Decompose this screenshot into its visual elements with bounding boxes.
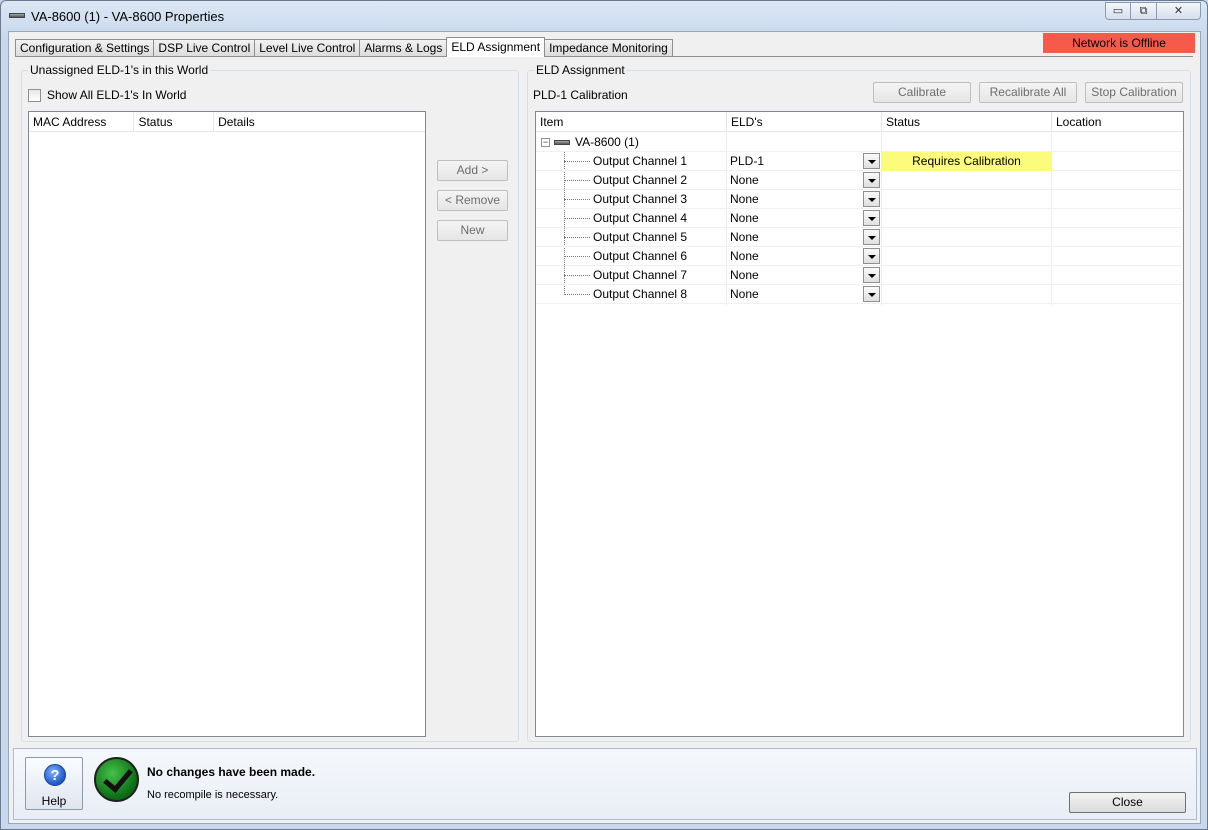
tree-branch [564, 294, 590, 295]
table-row[interactable]: Output Channel 2 None [536, 171, 1182, 190]
eld-dropdown-arrow-icon[interactable] [863, 153, 880, 169]
collapse-icon[interactable]: − [541, 138, 550, 147]
tab-level-live-control[interactable]: Level Live Control [254, 39, 361, 56]
eld-dropdown-arrow-icon[interactable] [863, 248, 880, 264]
unassigned-list-header: MAC Address Status Details [29, 112, 425, 132]
table-row[interactable]: Output Channel 6 None [536, 247, 1182, 266]
output-channel-label: Output Channel 8 [593, 287, 688, 301]
close-button[interactable]: Close [1069, 792, 1186, 813]
output-channel-label: Output Channel 2 [593, 173, 688, 187]
stop-calibration-button[interactable]: Stop Calibration [1085, 82, 1183, 103]
eld-value[interactable]: None [730, 247, 759, 266]
eld-assignment-group: ELD Assignment PLD-1 Calibration Calibra… [527, 63, 1191, 742]
properties-window: VA-8600 (1) - VA-8600 Properties ▭ ⧉ ✕ C… [0, 0, 1208, 830]
minimize-button[interactable]: ▭ [1105, 2, 1131, 20]
output-channel-label: Output Channel 3 [593, 192, 688, 206]
show-all-checkbox-row[interactable]: Show All ELD-1's In World [28, 88, 186, 102]
eld-dropdown-arrow-icon[interactable] [863, 210, 880, 226]
column-item[interactable]: Item [536, 112, 727, 131]
eld-value[interactable]: None [730, 228, 759, 247]
eld-assignment-group-label: ELD Assignment [534, 63, 627, 77]
eld-dropdown-arrow-icon[interactable] [863, 172, 880, 188]
eld-dropdown-arrow-icon[interactable] [863, 229, 880, 245]
tree-branch [564, 237, 590, 238]
show-all-checkbox[interactable] [28, 88, 41, 102]
column-status[interactable]: Status [882, 112, 1052, 131]
eld-tree-header: Item ELD's Status Location [536, 112, 1183, 132]
tree-branch [564, 275, 590, 276]
show-all-label: Show All ELD-1's In World [47, 88, 187, 102]
tree-branch [564, 161, 590, 162]
device-icon [554, 140, 570, 145]
tab-strip: Configuration & Settings DSP Live Contro… [15, 37, 673, 57]
recalibrate-all-button[interactable]: Recalibrate All [979, 82, 1077, 103]
table-row[interactable]: Output Channel 4 None [536, 209, 1182, 228]
window-controls: ▭ ⧉ ✕ [1105, 2, 1201, 20]
unassigned-list[interactable]: MAC Address Status Details [28, 111, 426, 737]
eld-value[interactable]: PLD-1 [730, 152, 764, 171]
tab-alarms-logs[interactable]: Alarms & Logs [359, 39, 448, 56]
status-message-subtitle: No recompile is necessary. [147, 789, 279, 801]
tab-dsp-live-control[interactable]: DSP Live Control [153, 39, 256, 56]
tree-root-row[interactable]: − VA-8600 (1) [536, 133, 1182, 152]
restore-button[interactable]: ⧉ [1131, 2, 1157, 20]
tree-branch [564, 199, 590, 200]
add-button[interactable]: Add > [437, 160, 508, 181]
tree-branch [564, 218, 590, 219]
eld-value[interactable]: None [730, 209, 759, 228]
checkmark-icon [94, 757, 139, 802]
column-status[interactable]: Status [134, 112, 215, 131]
status-message-title: No changes have been made. [147, 765, 316, 779]
tree-branch [564, 256, 590, 257]
table-row[interactable]: Output Channel 1 PLD-1 Requires Calibrat… [536, 152, 1182, 171]
table-row[interactable]: Output Channel 8 None [536, 285, 1182, 304]
new-button[interactable]: New [437, 220, 508, 241]
unassigned-group-label: Unassigned ELD-1's in this World [28, 63, 211, 77]
tree-body: − VA-8600 (1) Output Channel 1 PLD-1 Req… [536, 133, 1183, 305]
tree-root-label: VA-8600 (1) [575, 135, 639, 149]
window-title: VA-8600 (1) - VA-8600 Properties [31, 9, 225, 24]
close-window-button[interactable]: ✕ [1157, 2, 1201, 20]
eld-value[interactable]: None [730, 190, 759, 209]
calibrate-button[interactable]: Calibrate [873, 82, 971, 103]
output-channel-label: Output Channel 4 [593, 211, 688, 225]
column-mac-address[interactable]: MAC Address [29, 112, 135, 131]
eld-dropdown-arrow-icon[interactable] [863, 191, 880, 207]
calibration-subtitle: PLD-1 Calibration [533, 88, 628, 102]
client-area: Configuration & Settings DSP Live Contro… [8, 31, 1201, 824]
network-status-badge: Network is Offline [1043, 33, 1195, 53]
column-details[interactable]: Details [214, 112, 425, 131]
title-bar[interactable]: VA-8600 (1) - VA-8600 Properties ▭ ⧉ ✕ [1, 1, 1207, 31]
output-channel-label: Output Channel 7 [593, 268, 688, 282]
eld-value[interactable]: None [730, 285, 759, 304]
table-row[interactable]: Output Channel 7 None [536, 266, 1182, 285]
eld-dropdown-arrow-icon[interactable] [863, 267, 880, 283]
column-elds[interactable]: ELD's [727, 112, 882, 131]
tab-impedance-monitoring[interactable]: Impedance Monitoring [544, 39, 673, 56]
table-row[interactable]: Output Channel 3 None [536, 190, 1182, 209]
device-icon [9, 13, 25, 18]
eld-value[interactable]: None [730, 171, 759, 190]
tab-eld-assignment[interactable]: ELD Assignment [446, 37, 546, 57]
eld-assignment-page: Unassigned ELD-1's in this World Show Al… [15, 57, 1193, 745]
status-cell: Requires Calibration [882, 152, 1051, 171]
output-channel-label: Output Channel 1 [593, 154, 688, 168]
tab-configuration-settings[interactable]: Configuration & Settings [15, 39, 155, 56]
eld-assignment-tree[interactable]: Item ELD's Status Location − VA-8600 (1)… [535, 111, 1184, 737]
column-location[interactable]: Location [1052, 112, 1183, 131]
tree-branch [564, 180, 590, 181]
help-button[interactable]: ? Help [25, 757, 83, 810]
question-mark-icon: ? [44, 764, 66, 786]
eld-value[interactable]: None [730, 266, 759, 285]
help-label: Help [41, 794, 67, 808]
output-channel-label: Output Channel 5 [593, 230, 688, 244]
eld-dropdown-arrow-icon[interactable] [863, 286, 880, 302]
table-row[interactable]: Output Channel 5 None [536, 228, 1182, 247]
remove-button[interactable]: < Remove [437, 190, 508, 211]
output-channel-label: Output Channel 6 [593, 249, 688, 263]
status-footer: ? Help No changes have been made. No rec… [13, 748, 1197, 820]
